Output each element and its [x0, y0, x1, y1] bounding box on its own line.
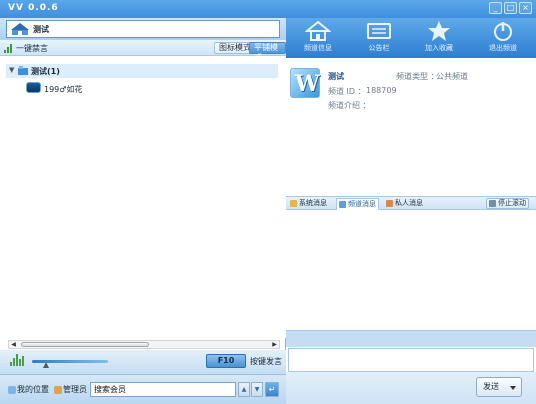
member-search-input[interactable] [90, 382, 236, 397]
channel-type-label: 频道类型 ： [396, 72, 439, 81]
title-bar: VV 0.0.6 _ □ × [0, 0, 536, 18]
current-channel-box[interactable]: 测试 [6, 20, 280, 38]
add-favorite-button[interactable]: 加入收藏 [415, 20, 463, 56]
location-icon [8, 386, 16, 394]
push-to-talk-label: 按键发言 [250, 357, 282, 366]
signal-icon [4, 44, 14, 53]
notice-board-button[interactable]: 公告栏 [355, 20, 403, 56]
tab-private-messages[interactable]: 私人消息 [384, 198, 425, 209]
search-next-icon[interactable]: ▼ [251, 382, 263, 397]
add-favorite-label: 加入收藏 [425, 44, 453, 52]
channel-info-name: 测试 [328, 72, 344, 81]
send-button[interactable]: 发送 [476, 377, 522, 397]
mute-all-label: 一键禁言 [16, 44, 48, 53]
mute-all-button[interactable]: 一键禁言 [4, 43, 48, 54]
horizontal-scrollbar[interactable]: ◀ ▶ [8, 340, 280, 349]
channel-info-label: 频道信息 [304, 44, 332, 52]
my-location-label: 我的位置 [17, 385, 49, 394]
channel-header: 测试 [0, 18, 286, 40]
tab-system-messages[interactable]: 系统消息 [288, 198, 329, 209]
manager-button[interactable]: 管理员 [54, 384, 87, 396]
voice-bar: F10 按键发言 [0, 350, 286, 374]
message-area [286, 210, 536, 330]
window-controls: _ □ × [489, 2, 532, 14]
search-bar: 我的位置 管理员 ▲ ▼ ↵ [0, 374, 286, 404]
volume-slider-knob[interactable] [43, 362, 49, 368]
app-title: VV 0.0.6 [8, 3, 59, 13]
tab-system-label: 系统消息 [299, 199, 327, 207]
close-button[interactable]: × [519, 2, 532, 14]
tree-root-label: 测试(1) [31, 67, 60, 76]
channel-folder-icon [18, 66, 28, 75]
search-enter-icon[interactable]: ↵ [265, 382, 279, 397]
current-channel-name: 测试 [33, 25, 49, 34]
user-avatar-icon [26, 82, 41, 93]
house-icon [305, 20, 331, 41]
tree-user-label: 199♂如花 [44, 85, 83, 94]
star-icon [428, 21, 450, 41]
right-panel: 频道信息 公告栏 加入收藏 退出频道 W 测试 频道类型 ： 公共频道 频道 I… [286, 18, 536, 404]
channel-tree: ▼ 测试(1) 199♂如花 [0, 56, 286, 338]
tree-mode-button[interactable]: 平铺模式 [249, 42, 286, 62]
mode-bar: 一键禁言 图标模式 平铺模式 [0, 40, 286, 62]
voice-level-icon [10, 354, 26, 366]
channel-intro-label: 频道介绍 ： [328, 101, 371, 110]
channel-message-icon [339, 201, 346, 208]
exit-channel-label: 退出频道 [489, 44, 517, 52]
send-label: 发送 [483, 382, 499, 391]
tree-root-channel[interactable]: ▼ 测试(1) [6, 64, 278, 78]
channel-type-value: 公共频道 [436, 72, 468, 81]
channel-info-button[interactable]: 频道信息 [294, 20, 342, 56]
tab-channel-label: 频道消息 [348, 200, 376, 208]
minimize-button[interactable]: _ [489, 2, 502, 14]
scroll-left-icon[interactable]: ◀ [9, 341, 18, 348]
exit-channel-button[interactable]: 退出频道 [479, 20, 527, 56]
power-icon [494, 22, 512, 41]
scroll-thumb[interactable] [21, 342, 149, 347]
left-panel: 测试 一键禁言 图标模式 平铺模式 ▼ 测试(1) 199♂如花 ◀ ▶ [0, 18, 286, 404]
maximize-button[interactable]: □ [504, 2, 517, 14]
notice-board-icon [367, 23, 391, 39]
stop-scroll-button[interactable]: 停止滚动 [486, 198, 529, 209]
send-bar: 发送 [286, 372, 536, 404]
channel-id-label: 频道 ID ： [328, 87, 366, 96]
hotkey-button[interactable]: F10 [206, 354, 246, 368]
search-prev-icon[interactable]: ▲ [238, 382, 250, 397]
channel-id-value: 188709 [366, 86, 397, 95]
message-input[interactable] [288, 348, 534, 372]
channel-logo-letter: W [295, 71, 320, 97]
stop-scroll-icon [489, 200, 496, 207]
tab-private-label: 私人消息 [395, 199, 423, 207]
channel-info-panel: W 测试 频道类型 ： 公共频道 频道 ID ： 188709 频道介绍 ： [286, 58, 536, 196]
system-message-icon [290, 200, 297, 207]
expand-arrow-icon[interactable]: ▼ [9, 66, 14, 74]
manager-icon [54, 386, 62, 394]
scroll-right-icon[interactable]: ▶ [270, 341, 279, 348]
send-options-dropdown-icon[interactable] [510, 386, 516, 390]
channel-toolbar: 频道信息 公告栏 加入收藏 退出频道 [286, 18, 536, 58]
stop-scroll-label: 停止滚动 [498, 199, 526, 207]
manager-label: 管理员 [63, 385, 87, 394]
channel-home-icon [11, 23, 29, 35]
notice-board-label: 公告栏 [368, 44, 390, 52]
tab-channel-messages[interactable]: 频道消息 [336, 198, 379, 210]
format-toolbar [286, 330, 536, 347]
message-tabs: 系统消息 频道消息 私人消息 停止滚动 [286, 196, 536, 210]
private-message-icon [386, 200, 393, 207]
my-location-button[interactable]: 我的位置 [8, 384, 49, 396]
channel-logo: W [290, 68, 320, 98]
